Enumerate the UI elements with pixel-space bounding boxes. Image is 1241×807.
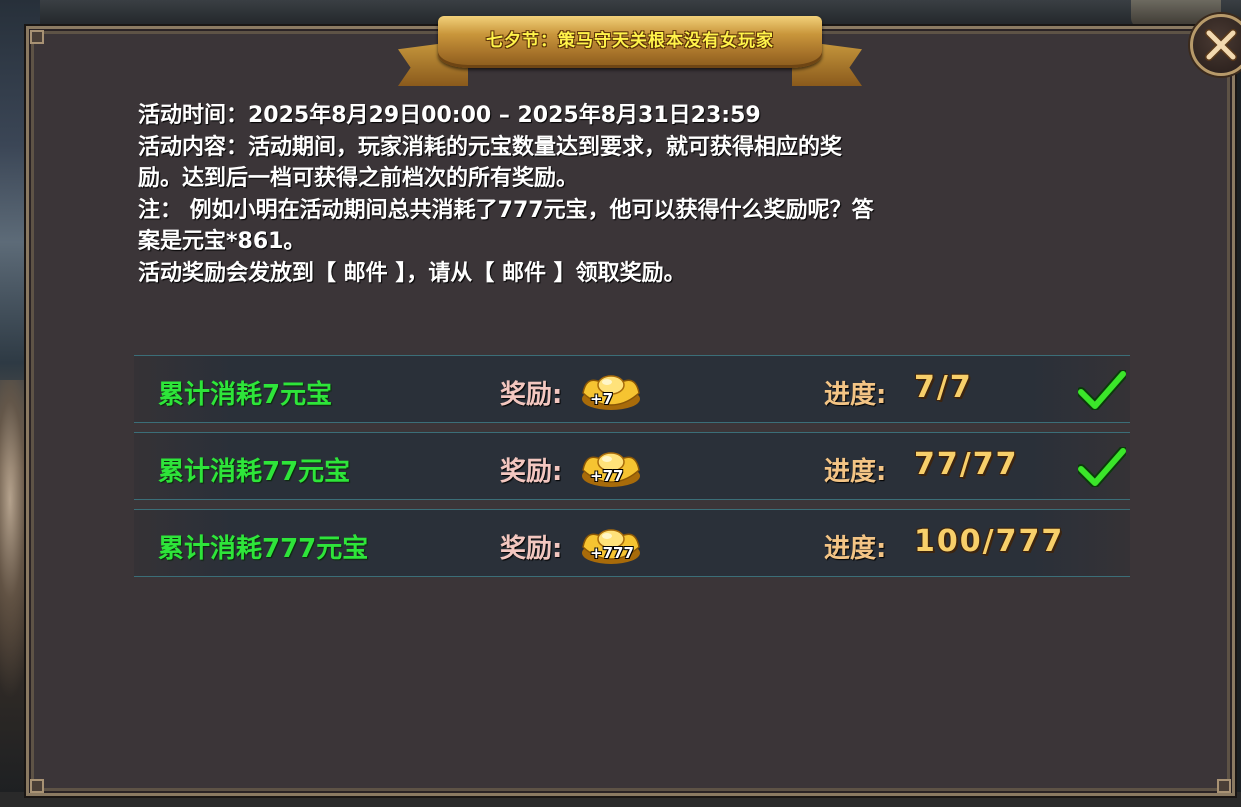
event-time: 活动时间：2025年8月29日00:00 – 2025年8月31日23:59	[138, 103, 761, 128]
progress-label: 进度:	[824, 457, 887, 487]
page-title: 七夕节：策马守天关根本没有女玩家	[486, 31, 774, 51]
event-note-cont: 案是元宝*861。	[138, 229, 306, 254]
checkmark-icon	[1078, 370, 1126, 410]
reward-label: 奖励:	[500, 380, 563, 410]
progress-label: 进度:	[824, 534, 887, 564]
tier-requirement: 累计消耗7元宝	[158, 380, 333, 410]
progress-value: 100/777	[914, 524, 1065, 559]
progress-label: 进度:	[824, 380, 887, 410]
panel-corner-ornament	[1217, 779, 1231, 793]
event-description: 活动时间：2025年8月29日00:00 – 2025年8月31日23:59 活…	[138, 100, 1128, 289]
reward-amount: +7	[590, 390, 614, 408]
checkmark-icon	[1078, 447, 1126, 487]
reward-label: 奖励:	[500, 534, 563, 564]
event-note: 注： 例如小明在活动期间总共消耗了777元宝，他可以获得什么奖励呢？答	[138, 197, 874, 223]
tier-requirement: 累计消耗777元宝	[158, 534, 369, 564]
reward-tier-list: 累计消耗7元宝 奖励: +7 进度: 7/7 累计消耗77元宝 奖励: +77 …	[134, 355, 1130, 586]
event-content-cont: 励。达到后一档可获得之前档次的所有奖励。	[138, 166, 579, 191]
panel-corner-ornament	[30, 779, 44, 793]
reward-amount: +77	[590, 467, 624, 485]
event-delivery-note: 活动奖励会发放到【 邮件 】，请从【 邮件 】领取奖励。	[138, 260, 686, 286]
progress-value: 7/7	[914, 370, 973, 405]
close-icon	[1205, 29, 1237, 61]
reward-tier-row: 累计消耗777元宝 奖励: +777 进度: 100/777	[134, 509, 1130, 577]
reward-label: 奖励:	[500, 457, 563, 487]
reward-tier-row: 累计消耗7元宝 奖励: +7 进度: 7/7	[134, 355, 1130, 423]
panel-corner-ornament	[30, 30, 44, 44]
title-banner: 七夕节：策马守天关根本没有女玩家	[398, 10, 862, 90]
tier-requirement: 累计消耗77元宝	[158, 457, 351, 487]
progress-value: 77/77	[914, 447, 1019, 482]
reward-amount: +777	[590, 544, 634, 562]
event-content: 活动内容：活动期间，玩家消耗的元宝数量达到要求，就可获得相应的奖	[138, 134, 843, 160]
reward-tier-row: 累计消耗77元宝 奖励: +77 进度: 77/77	[134, 432, 1130, 500]
banner-plate: 七夕节：策马守天关根本没有女玩家	[438, 16, 822, 68]
